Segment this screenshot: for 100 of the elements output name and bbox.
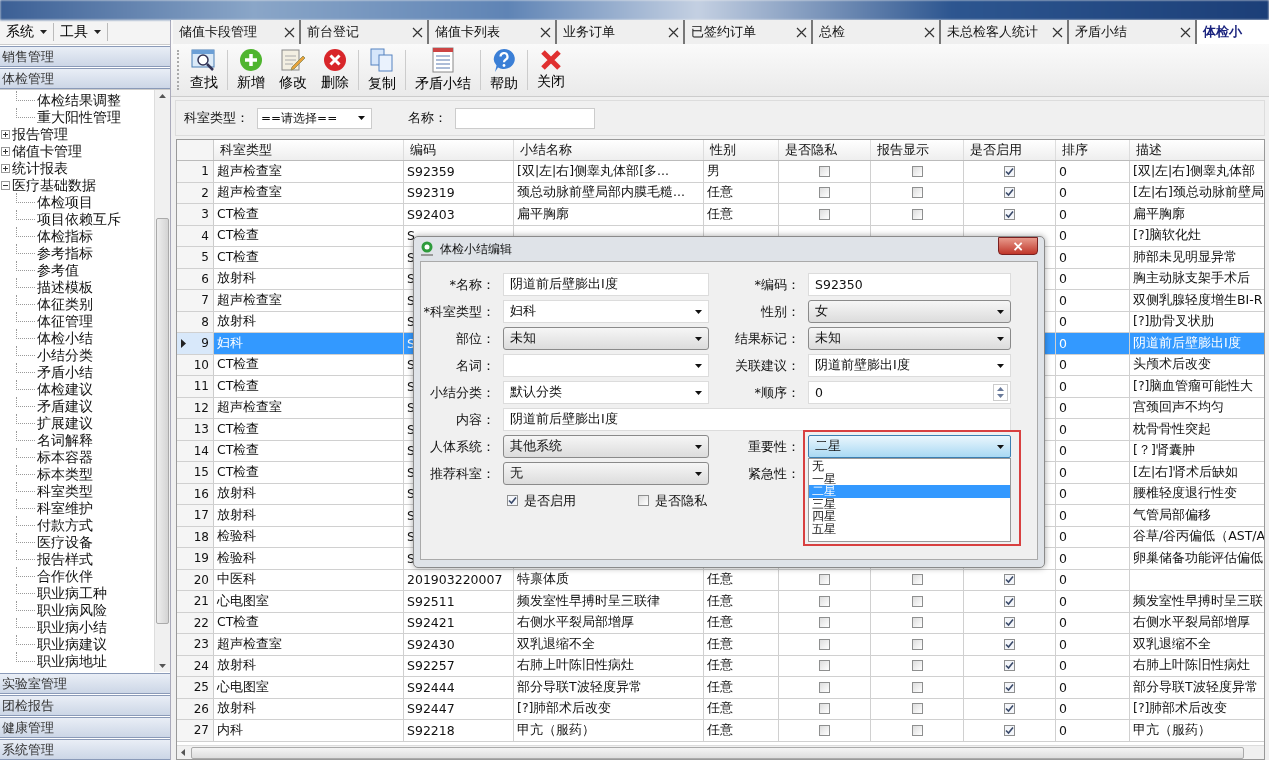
tree-item[interactable]: 体检小结 [37,329,93,348]
checkbox[interactable] [911,595,923,607]
tree-item[interactable]: 职业病工种 [37,584,107,603]
table-row[interactable]: 3 CT检查 S92403 扁平胸廓 任意 0 扁平胸廓 [177,204,1264,226]
menu-item[interactable]: 工具 [54,23,108,41]
column-header[interactable]: 性别 [704,140,779,160]
toolbar-button[interactable]: 帮助 [485,47,523,93]
tree-item[interactable]: 参考指标 [37,244,93,263]
checkbox[interactable] [1004,638,1015,650]
tab[interactable]: 体检小 [1197,20,1269,44]
checkbox[interactable] [911,574,923,586]
tree-item[interactable]: 体检指标 [37,227,93,246]
table-row[interactable]: 20 中医科 201903220007 特禀体质 任意 0 [177,569,1264,591]
tree-item[interactable]: 付款方式 [37,516,93,535]
column-header[interactable]: 科室类型 [214,140,404,160]
checkbox[interactable] [911,724,923,736]
column-header[interactable]: 报告显示 [871,140,964,160]
checkbox[interactable] [819,724,830,736]
scroll-up-icon[interactable] [159,94,166,98]
table-row[interactable]: 23 超声检查室 S92430 双乳退缩不全 任意 0 双乳退缩不全 [177,634,1264,656]
combo-box[interactable]: 阴道前壁膨出I度 [808,354,1011,377]
tab[interactable]: 未总检客人统计 [941,20,1069,44]
checkbox[interactable] [1004,724,1015,736]
table-row[interactable]: 2 超声检查室 S92319 颈总动脉前壁局部内膜毛糙... 任意 0 [左|右]颈总动脉前壁局 [177,182,1264,204]
dropdown[interactable]: ==请选择== [257,107,372,129]
dropdown[interactable]: 无 [503,462,709,485]
tree-item[interactable]: 体征类别 [37,295,93,314]
checkbox[interactable] [819,617,830,629]
dropdown-option[interactable]: 四星 [809,510,1010,523]
scroll-down-icon[interactable] [159,664,166,668]
close-icon[interactable] [412,26,423,38]
checkbox[interactable] [819,681,830,693]
close-icon[interactable] [924,26,935,38]
checkbox[interactable] [911,703,923,715]
combo-box[interactable]: 默认分类 [503,381,709,404]
tree-item[interactable]: 矛盾小结 [37,363,93,382]
section-header[interactable]: 系统管理 [0,739,170,760]
text-field[interactable]: S92350 [808,273,1011,296]
tree-item[interactable]: 职业病地址 [37,652,107,671]
tree-item[interactable]: 标本类型 [37,465,93,484]
table-row[interactable]: 25 心电图室 S92444 部分导联T波轻度异常 任意 0 部分导联T波轻度异常 [177,677,1264,699]
table-row[interactable]: 21 心电图室 S92511 频发室性早搏时呈三联律 任意 0 频发室性早搏时呈三联 [177,591,1264,613]
tree-item[interactable]: 扩展建议 [37,414,93,433]
tree-item[interactable]: 报告管理 [12,125,68,144]
tab[interactable]: 总检 [813,20,941,44]
dropdown[interactable]: 未知 [808,327,1011,350]
tree-item[interactable]: 体征管理 [37,312,93,331]
section-header[interactable]: 健康管理 [0,717,170,738]
toolbar-button[interactable]: 删除 [316,48,354,92]
section-header[interactable]: 实验室管理 [0,673,170,694]
checkbox[interactable] [1004,681,1015,693]
checkbox[interactable] [819,638,830,650]
dropdown-option[interactable]: 三星 [809,497,1010,510]
checkbox[interactable] [911,187,923,199]
scrollbar[interactable] [177,745,1264,759]
checkbox[interactable] [819,187,830,199]
tree-item[interactable]: 职业病小结 [37,618,107,637]
checkbox-label[interactable]: 是否启用 [524,491,576,510]
tab[interactable]: 已签约订单 [685,20,813,44]
toolbar-button[interactable]: 修改 [274,48,312,92]
scroll-left-icon[interactable] [181,749,185,756]
tree-item[interactable]: 体检结果调整 [37,91,121,110]
section-header[interactable]: 销售管理 [0,46,170,67]
tree-item[interactable]: 名词解释 [37,431,93,450]
section-header[interactable]: 团检报告 [0,695,170,716]
dropdown[interactable]: 女 [808,300,1011,323]
menu-item[interactable]: 系统 [0,23,54,41]
dropdown[interactable]: 未知 [503,327,709,350]
close-icon[interactable] [284,26,295,38]
checkbox[interactable] [1004,187,1015,199]
table-row[interactable]: 22 CT检查 S92421 右侧水平裂局部增厚 任意 0 右侧水平裂局部增厚 [177,612,1264,634]
tree-item[interactable]: 矛盾建议 [37,397,93,416]
dropdown-option[interactable]: 无 [809,460,1010,473]
tab[interactable]: 储值卡列表 [429,20,557,44]
expand-icon[interactable] [1,130,10,139]
checkbox[interactable] [507,495,518,506]
tree-item[interactable]: 储值卡管理 [12,142,82,161]
input-field[interactable] [455,107,595,129]
dropdown-option[interactable]: 五星 [809,522,1010,535]
collapse-icon[interactable] [1,181,10,190]
combo-box[interactable]: 妇科 [503,300,709,323]
checkbox[interactable] [1004,165,1015,177]
checkbox[interactable] [819,165,830,177]
column-header[interactable]: 排序 [1056,140,1130,160]
expand-icon[interactable] [1,147,10,156]
dropdown[interactable]: 二星 [808,435,1011,458]
tree-item[interactable]: 职业病建议 [37,635,107,654]
tree-item[interactable]: 体检建议 [37,380,93,399]
close-icon[interactable] [1052,26,1063,38]
text-field[interactable]: 阴道前后壁膨出I度 [503,273,709,296]
tree-item[interactable]: 项目依赖互斥 [37,210,121,229]
column-header[interactable]: 小结名称 [514,140,704,160]
tree-item[interactable]: 标本容器 [37,448,93,467]
table-row[interactable]: 26 放射科 S92447 [?]肺部术后改变 任意 0 [?]肺部术后改变 [177,698,1264,720]
checkbox[interactable] [1004,574,1015,586]
close-icon[interactable] [540,26,551,38]
toolbar-button[interactable]: 矛盾小结 [410,47,476,93]
checkbox[interactable] [819,703,830,715]
tree-item[interactable]: 小结分类 [37,346,93,365]
tree-item[interactable]: 报告样式 [37,550,93,569]
